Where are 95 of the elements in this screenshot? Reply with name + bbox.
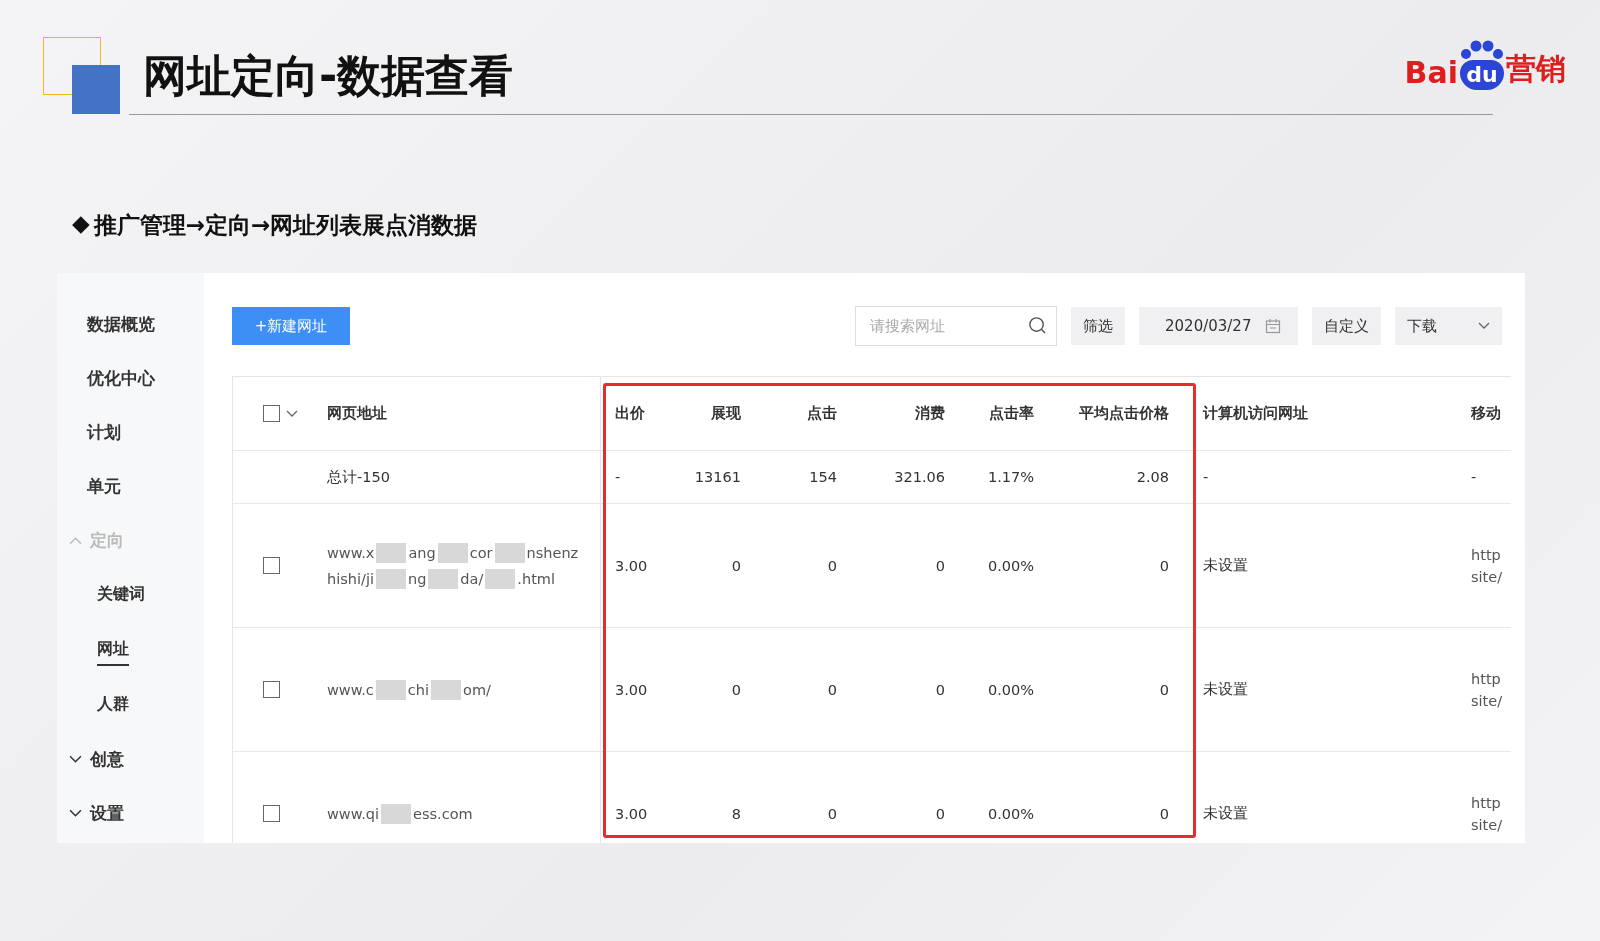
filter-button[interactable]: 筛选 <box>1071 307 1125 345</box>
redaction-block <box>381 803 412 824</box>
table-cell: 未设置 <box>1203 556 1248 575</box>
table-cell: 13161 <box>694 469 741 485</box>
redaction-block <box>494 542 525 563</box>
url-fragment: da/ <box>460 570 484 587</box>
redaction-block <box>431 679 462 700</box>
table-cell: 总计-150 <box>327 467 390 487</box>
table-cell: 3.00 <box>615 557 648 574</box>
column-header: 点击 <box>807 404 837 423</box>
diamond-bullet: ◆ <box>72 210 90 236</box>
column-header: 移动 <box>1471 404 1501 423</box>
redaction-block <box>375 568 406 589</box>
table-cell: 0 <box>1159 557 1169 574</box>
caret-icon <box>69 808 82 818</box>
table-cell: 0 <box>827 805 837 822</box>
table-cell: 0.00% <box>987 557 1034 574</box>
table-cell: site/ <box>1471 568 1503 585</box>
redaction-block <box>376 542 407 563</box>
checkbox[interactable] <box>263 405 280 422</box>
table-cell: 未设置 <box>1203 804 1248 823</box>
url-fragment: www.x <box>327 544 375 561</box>
table-cell: 0 <box>935 681 945 698</box>
sidebar-item[interactable]: 单元 <box>57 459 204 513</box>
url-fragment: om/ <box>463 681 491 698</box>
checkbox[interactable] <box>263 805 280 822</box>
table-cell: - <box>615 469 621 485</box>
search-icon <box>1028 316 1047 335</box>
column-header: 出价 <box>615 404 645 423</box>
url-fragment: hishi/ji <box>327 570 374 587</box>
column-header: 计算机访问网址 <box>1203 404 1308 423</box>
table-cell: site/ <box>1471 816 1503 833</box>
table-cell: 154 <box>809 469 837 485</box>
search-field[interactable]: 请搜索网址 <box>855 306 1057 346</box>
checkbox[interactable] <box>263 557 280 574</box>
table-cell: site/ <box>1471 692 1503 709</box>
table-cell: 1.17% <box>987 469 1034 485</box>
sidebar-item[interactable]: 关键词 <box>97 567 145 622</box>
table-cell: 0 <box>1159 681 1169 698</box>
sidebar-item[interactable]: 数据概览 <box>57 297 204 351</box>
table-cell: http <box>1471 670 1501 687</box>
column-header: 网页地址 <box>327 404 387 423</box>
column-header: 平均点击价格 <box>1079 404 1169 423</box>
date-picker[interactable]: 2020/03/27 <box>1139 307 1298 345</box>
calendar-icon <box>1265 318 1282 334</box>
sidebar-item[interactable]: 设置 <box>57 786 204 840</box>
url-fragment: nshenz <box>526 544 579 561</box>
sidebar-item[interactable]: 网址 <box>97 622 129 677</box>
customize-button[interactable]: 自定义 <box>1312 307 1381 345</box>
table-cell: 0.00% <box>987 805 1034 822</box>
brand-logo: Bai du 营销 <box>1404 40 1566 90</box>
redaction-block <box>437 542 468 563</box>
caret-icon <box>69 535 82 545</box>
table-cell: 0 <box>731 681 741 698</box>
url-fragment: ang <box>408 544 436 561</box>
column-header: 展现 <box>711 404 741 423</box>
sidebar-item[interactable]: 人群 <box>97 677 129 732</box>
url-fragment: ng <box>407 570 427 587</box>
sidebar-item[interactable]: 计划 <box>57 405 204 459</box>
sidebar-item[interactable]: 创意 <box>57 732 204 786</box>
table-cell: 0 <box>1159 805 1169 822</box>
url-fragment: cor <box>469 544 493 561</box>
checkbox[interactable] <box>263 681 280 698</box>
table-cell: 0.00% <box>987 681 1034 698</box>
url-fragment: chi <box>407 681 430 698</box>
table-cell: 2.08 <box>1136 469 1169 485</box>
caret-icon <box>286 409 298 418</box>
url-fragment: ess.com <box>413 805 473 822</box>
table-cell: 0 <box>827 557 837 574</box>
table-cell: 0 <box>935 557 945 574</box>
table-cell: 未设置 <box>1203 680 1248 699</box>
table-cell: 3.00 <box>615 805 648 822</box>
slide-subtitle: 推广管理→定向→网址列表展点消数据 <box>93 211 478 240</box>
redaction-block <box>428 568 459 589</box>
table-cell: - <box>1471 469 1477 485</box>
caret-icon <box>1478 322 1490 330</box>
sidebar-item[interactable]: 优化中心 <box>57 351 204 405</box>
table-cell: http <box>1471 546 1501 563</box>
download-dropdown[interactable]: 下载 <box>1395 307 1502 345</box>
column-header: 点击率 <box>989 404 1034 423</box>
table-cell: 3.00 <box>615 681 648 698</box>
caret-icon <box>69 754 82 764</box>
url-fragment: www.c <box>327 681 374 698</box>
table-cell: 321.06 <box>894 469 945 485</box>
column-header: 消费 <box>915 404 945 423</box>
table-cell: 0 <box>827 681 837 698</box>
redaction-block <box>375 679 406 700</box>
redaction-block <box>485 568 516 589</box>
url-fragment: www.qi <box>327 805 380 822</box>
table-cell: 0 <box>731 557 741 574</box>
url-fragment: .html <box>517 570 555 587</box>
table-cell: 8 <box>731 805 741 822</box>
table-cell: 0 <box>935 805 945 822</box>
table-cell: http <box>1471 794 1501 811</box>
table-cell: - <box>1203 469 1209 485</box>
